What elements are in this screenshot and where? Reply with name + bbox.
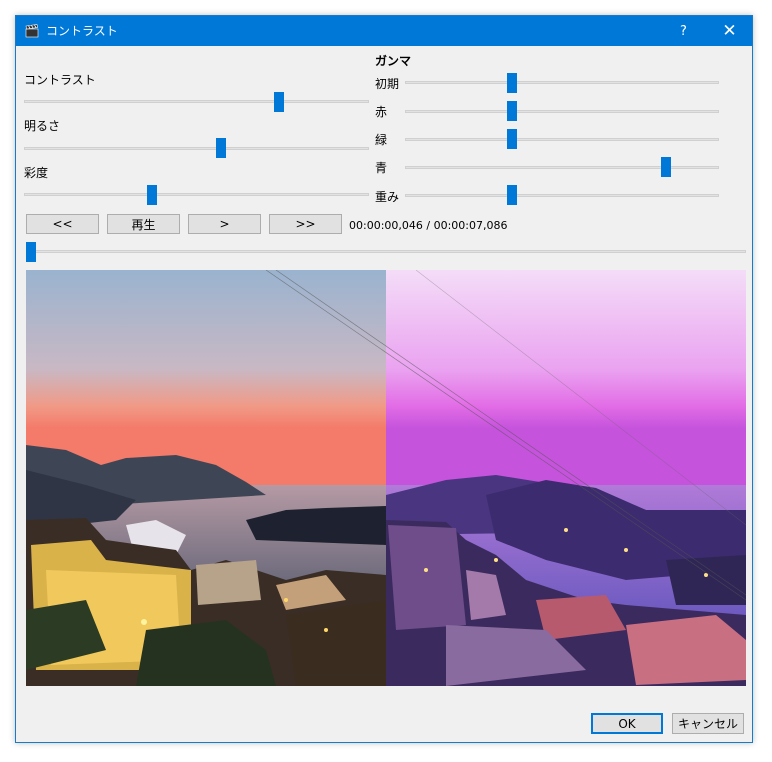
brightness-label: 明るさ bbox=[24, 119, 61, 133]
step-forward-button-label: > bbox=[219, 217, 230, 231]
ok-button[interactable]: OK bbox=[591, 713, 663, 734]
gamma-heading: ガンマ bbox=[375, 54, 412, 68]
brightness-slider-thumb[interactable] bbox=[215, 138, 226, 158]
gamma-initial-label: 初期 bbox=[375, 77, 400, 91]
contrast-slider-track[interactable] bbox=[24, 100, 369, 103]
close-icon: ✕ bbox=[722, 21, 737, 41]
gamma-weight-slider-track[interactable] bbox=[405, 194, 719, 197]
brightness-slider-track[interactable] bbox=[24, 147, 369, 150]
cancel-button[interactable]: キャンセル bbox=[672, 713, 744, 734]
preview-image bbox=[26, 270, 746, 686]
help-button[interactable]: ? bbox=[661, 16, 706, 46]
clapperboard-icon bbox=[25, 24, 39, 38]
cancel-button-label: キャンセル bbox=[677, 717, 738, 731]
gamma-blue-label: 青 bbox=[375, 161, 388, 175]
window-title: コントラスト bbox=[46, 24, 118, 38]
gamma-initial-slider-track[interactable] bbox=[405, 81, 719, 84]
gamma-blue-slider-thumb[interactable] bbox=[660, 157, 671, 177]
step-forward-button[interactable]: > bbox=[188, 214, 261, 234]
saturation-slider-track[interactable] bbox=[24, 193, 369, 196]
play-button[interactable]: 再生 bbox=[107, 214, 180, 234]
gamma-green-label: 緑 bbox=[375, 133, 388, 147]
gamma-weight-label: 重み bbox=[375, 190, 400, 204]
gamma-blue-slider-track[interactable] bbox=[405, 166, 719, 169]
gamma-red-label: 赤 bbox=[375, 105, 388, 119]
play-button-label: 再生 bbox=[131, 217, 156, 232]
fast-forward-button-label: >> bbox=[295, 217, 316, 231]
saturation-label: 彩度 bbox=[24, 166, 49, 180]
contrast-slider-thumb[interactable] bbox=[274, 92, 285, 112]
gamma-initial-slider-thumb[interactable] bbox=[506, 73, 517, 93]
time-readout: 00:00:00,046 / 00:00:07,086 bbox=[349, 219, 508, 232]
question-icon: ? bbox=[680, 23, 687, 39]
fast-forward-button[interactable]: >> bbox=[269, 214, 342, 234]
contrast-dialog: コントラスト ? ✕ コントラスト 明るさ 彩度 ガンマ 初期 赤 緑 青 重み… bbox=[15, 15, 753, 743]
gamma-green-slider-thumb[interactable] bbox=[506, 129, 517, 149]
ok-button-label: OK bbox=[618, 716, 636, 731]
seek-slider-thumb[interactable] bbox=[26, 242, 36, 262]
title-bar[interactable]: コントラスト ? ✕ bbox=[16, 16, 752, 46]
close-button[interactable]: ✕ bbox=[707, 16, 752, 46]
saturation-slider-thumb[interactable] bbox=[146, 185, 157, 205]
gamma-red-slider-track[interactable] bbox=[405, 110, 719, 113]
gamma-green-slider-track[interactable] bbox=[405, 138, 719, 141]
seek-slider-track[interactable] bbox=[26, 250, 746, 253]
rewind-button[interactable]: << bbox=[26, 214, 99, 234]
gamma-weight-slider-thumb[interactable] bbox=[506, 185, 517, 205]
contrast-label: コントラスト bbox=[24, 73, 96, 87]
rewind-button-label: << bbox=[52, 217, 73, 231]
gamma-red-slider-thumb[interactable] bbox=[506, 101, 517, 121]
